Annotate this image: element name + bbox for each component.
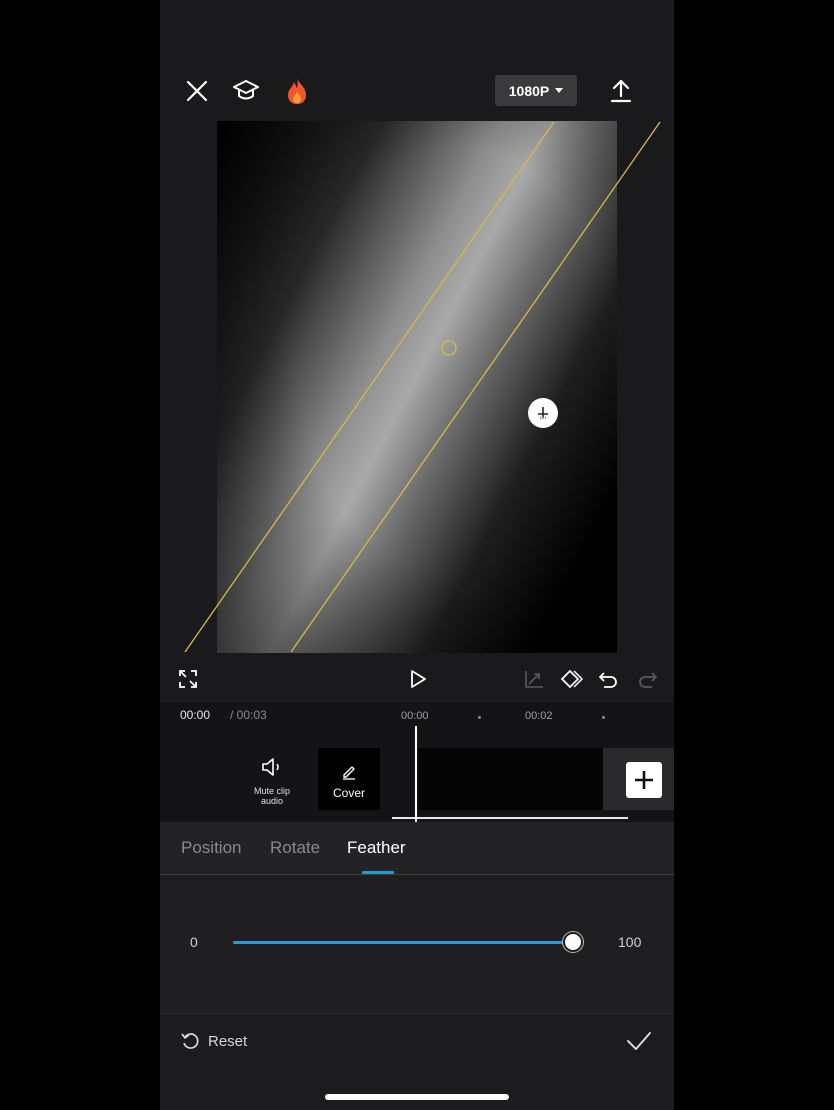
active-tab-indicator bbox=[362, 871, 394, 874]
mask-guide-lines[interactable] bbox=[160, 0, 674, 700]
playhead[interactable] bbox=[415, 726, 417, 822]
confirm-check-icon[interactable] bbox=[625, 1030, 653, 1057]
play-icon[interactable] bbox=[408, 669, 428, 694]
undo-icon[interactable] bbox=[598, 669, 620, 694]
editor-screen: 1080P 00:00 / 00:03 00:00 00:02 Mute cli… bbox=[160, 0, 674, 1110]
redo-icon[interactable] bbox=[636, 669, 658, 694]
timeline-track: Mute clip audio Cover bbox=[160, 726, 674, 822]
feather-slider-panel: 0 100 bbox=[160, 875, 674, 1013]
tick-label: 00:00 bbox=[401, 710, 429, 722]
reset-label: Reset bbox=[208, 1032, 248, 1050]
keyframe-add-icon[interactable] bbox=[559, 667, 585, 696]
playback-controls bbox=[160, 662, 674, 696]
reset-button[interactable]: Reset bbox=[180, 1031, 247, 1051]
pencil-icon bbox=[340, 762, 358, 785]
time-ruler[interactable]: 00:00 / 00:03 00:00 00:02 bbox=[160, 702, 674, 726]
current-time: 00:00 bbox=[180, 708, 211, 722]
home-indicator bbox=[325, 1094, 509, 1100]
tick-label: 00:02 bbox=[525, 710, 553, 722]
tick-dot bbox=[602, 716, 605, 719]
mask-tabs: Position Rotate Feather bbox=[160, 822, 674, 875]
tab-rotate[interactable]: Rotate bbox=[270, 838, 320, 858]
mute-clip-audio-label[interactable]: Mute clip audio bbox=[242, 786, 302, 806]
audio-track-line bbox=[392, 817, 628, 819]
total-time: / 00:03 bbox=[230, 708, 267, 722]
fullscreen-icon[interactable] bbox=[178, 669, 198, 694]
feather-handle-icon[interactable] bbox=[528, 398, 558, 428]
cover-button[interactable]: Cover bbox=[318, 748, 380, 810]
add-clip-button[interactable] bbox=[626, 762, 662, 798]
slider-min-label: 0 bbox=[190, 934, 198, 950]
cover-label: Cover bbox=[332, 786, 365, 800]
tick-dot bbox=[478, 716, 481, 719]
reset-icon bbox=[181, 1033, 199, 1049]
speaker-icon[interactable] bbox=[260, 756, 284, 783]
mask-center-handle bbox=[441, 340, 457, 356]
plus-icon bbox=[635, 771, 653, 789]
feather-slider-track[interactable] bbox=[233, 941, 573, 944]
feather-slider-thumb[interactable] bbox=[563, 932, 583, 952]
tab-feather[interactable]: Feather bbox=[347, 838, 406, 858]
slider-max-label: 100 bbox=[618, 934, 642, 950]
video-clip[interactable] bbox=[418, 748, 603, 810]
tab-position[interactable]: Position bbox=[181, 838, 241, 858]
keyframe-graph-icon[interactable] bbox=[523, 669, 545, 694]
